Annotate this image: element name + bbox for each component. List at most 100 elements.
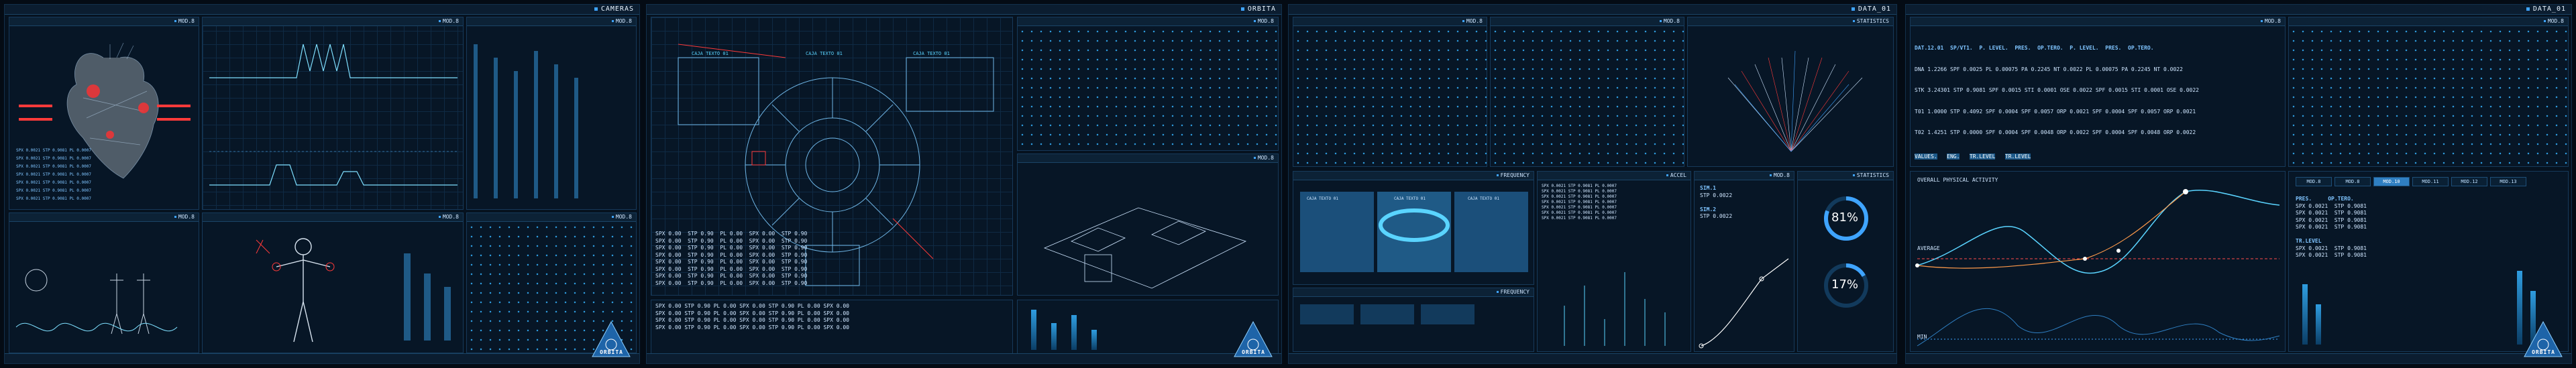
data-grid-panel: SPX 0.00 STP 0.90 PL 0.00 SPX 0.00 STP 0…	[651, 300, 1013, 355]
tag: TR.LEVEL	[1969, 153, 1996, 160]
svg-text:CAJA TEXTO 01: CAJA TEXTO 01	[913, 51, 950, 56]
tab-mod-8[interactable]: MOD.8	[2296, 177, 2332, 186]
sim-panel: MOD.8 SIM.1 STP 0.0022 SIM.2 STP 0.0022	[1694, 171, 1794, 352]
panel-header: MOD.8	[1293, 17, 1487, 26]
screen-cameras: CAMERAS MOD.8 SPX 0.0021 STP 0.9081 PL 0…	[4, 4, 640, 364]
screen-header: CAMERAS	[5, 5, 639, 15]
body-figures	[15, 269, 178, 334]
footer-strip	[647, 353, 1281, 363]
statistics-tree-panel: STATISTICS	[1687, 17, 1894, 167]
panel-title: MOD.8	[1462, 18, 1483, 24]
waveform-panel: MOD.8	[202, 17, 464, 210]
bar-columns	[474, 44, 578, 198]
table-row: STK 3.24301 STP 0.9081 SPF 0.0015 STI 0.…	[1915, 87, 2199, 93]
heart-panel: MOD.8 SPX 0.0021 STP 0.9081 PL 0.0007 SPX…	[9, 17, 199, 210]
footer-strip	[1289, 353, 1896, 363]
svg-text:CAJA TEXTO 01: CAJA TEXTO 01	[1394, 196, 1426, 201]
footer-strip	[1906, 353, 2571, 363]
right-dots-panel: MOD.8	[1017, 17, 1279, 151]
screen-header: DATA_01	[1906, 5, 2571, 15]
layout-3d-panel: MOD.8	[1017, 154, 1279, 296]
level-bar	[1031, 310, 1036, 350]
screen-title: ORBITA	[1241, 5, 1276, 13]
panel-title: MOD.8	[2544, 18, 2564, 24]
screen-header: DATA_01	[1289, 5, 1896, 15]
tab-mod-10[interactable]: MOD.10	[2373, 177, 2410, 186]
tag: ENG.	[1947, 153, 1960, 160]
body-scan-panel: MOD.8	[9, 212, 199, 353]
accel-bars	[1564, 272, 1666, 346]
level-bar	[1071, 315, 1077, 350]
sim-curve	[1699, 258, 1789, 349]
footer-strip	[5, 353, 639, 363]
panel-header: MOD.8	[467, 213, 636, 222]
svg-text:SPX 0.0021 STP 0.9081 PL 0.0: SPX 0.0021 STP 0.9081 PL 0.0007	[16, 180, 91, 185]
svg-text:CAJA TEXTO 01: CAJA TEXTO 01	[1307, 196, 1338, 201]
level-bar	[2517, 271, 2522, 345]
dots-panel-b: MOD.8	[1490, 17, 1684, 167]
tab-mod-13[interactable]: MOD.13	[2490, 177, 2526, 186]
waveform-chart	[209, 44, 458, 186]
heart-model: SPX 0.0021 STP 0.9081 PL 0.0007 SPX 0.002…	[16, 42, 191, 201]
panel-title: MOD.8	[1254, 18, 1274, 24]
tab-mod-8b[interactable]: MOD.8	[2334, 177, 2371, 186]
caja-label-a: CAJA TEXTO 01	[692, 51, 729, 56]
panel-title: FREQUENCY	[1497, 289, 1529, 295]
panel-header: MOD.8	[2289, 17, 2568, 26]
body-model	[256, 238, 451, 343]
iso-layout	[1043, 207, 1247, 289]
panel-header: MOD.8	[1491, 17, 1684, 26]
svg-text:SPX 0.0021 STP 0.9081 PL 0.0: SPX 0.0021 STP 0.9081 PL 0.0007	[16, 188, 91, 193]
tab-mod-11[interactable]: MOD.11	[2412, 177, 2449, 186]
svg-text:CAJA TEXTO 01: CAJA TEXTO 01	[806, 51, 843, 56]
svg-text:SPX 0.0021 STP 0.9081 PL 0.0: SPX 0.0021 STP 0.9081 PL 0.0007	[16, 164, 91, 169]
body-model-panel: MOD.8	[202, 212, 464, 353]
grid-table: SPX 0.00 STP 0.90 PL 0.00 SPX 0.00 STP 0…	[655, 303, 849, 330]
dots-panel-a: MOD.8	[1293, 17, 1487, 167]
gauges-panel: STATISTICS 81% 17%	[1797, 171, 1894, 352]
station-table: SPX 0.00 STP 0.90 PL 0.00 SPX 0.00 STP 0…	[655, 231, 808, 286]
svg-text:SPX 0.0021 STP 0.9081 PL 0.0: SPX 0.0021 STP 0.9081 PL 0.0007	[16, 148, 91, 153]
screen-data-a: DATA_01 MOD.8 MOD.8 STATISTICS FREQUENCY…	[1288, 4, 1897, 364]
activity-panel: OVERALL PHYSICAL ACTIVITY AVERAGE MIN	[1910, 171, 2286, 352]
table-row: T02 1.4251 STP 0.0000 SPF 0.0004 SPF 0.0…	[1915, 129, 2196, 135]
level-bar	[1051, 323, 1057, 350]
table-row: DNA 1.2266 SPF 0.0025 PL 0.00075 PA 0.22…	[1915, 66, 2183, 72]
panel-title: MOD.8	[612, 214, 632, 220]
level-bar	[2316, 304, 2321, 345]
dots-panel-c: MOD.8	[2288, 17, 2569, 167]
panel-title: MOD.8	[1660, 18, 1680, 24]
logo-text: ORBITA	[1242, 349, 1265, 355]
frequency-panel: FREQUENCY CAJA TEXTO 01 CAJA TEXTO 01 CAJA…	[1293, 171, 1534, 285]
logo-text: ORBITA	[600, 349, 623, 355]
table-row: T01 1.0000 STP 0.4092 SPF 0.0004 SPF 0.0…	[1915, 108, 2196, 115]
tab-mod-12[interactable]: MOD.12	[2451, 177, 2487, 186]
station-map-panel: CAJA TEXTO 01 CAJA TEXTO 01 CAJA TEXTO 01 …	[651, 17, 1013, 296]
screen-title: DATA_01	[1851, 5, 1891, 13]
frequency-bottom-panel: FREQUENCY	[1293, 288, 1534, 352]
level-bar	[1091, 330, 1097, 350]
svg-text:SPX 0.0021 STP 0.9081 PL 0.0: SPX 0.0021 STP 0.9081 PL 0.0007	[16, 156, 91, 161]
screen-data-b: DATA_01 MOD.8 DAT.12.01 SP/VT1. P. LEVEL…	[1905, 4, 2572, 364]
activity-chart	[1915, 189, 2280, 347]
freq-block	[1300, 304, 1354, 324]
logo-text: ORBITA	[2532, 349, 2555, 355]
tag: VALUES.	[1915, 153, 1937, 160]
gauge-value: 81%	[1831, 210, 1859, 225]
controls-table: PRES. OP.TERO. SPX 0.0021 STP 0.9081 SPX…	[2296, 196, 2367, 258]
freq-block	[1421, 304, 1474, 324]
tree-chart	[1727, 50, 1863, 152]
svg-text:CAJA TEXTO 01: CAJA TEXTO 01	[1468, 196, 1499, 201]
screen-header: ORBITA	[647, 5, 1281, 15]
accel-panel: ACCEL SPX 0.0021 STP 0.9081 PL 0.0007 SP…	[1537, 171, 1691, 352]
gauge-value: 17%	[1831, 278, 1859, 292]
screen-title: DATA_01	[2526, 5, 2566, 13]
data-table-panel: MOD.8 DAT.12.01 SP/VT1. P. LEVEL. PRES. …	[1910, 17, 2286, 167]
panel-header: FREQUENCY	[1293, 288, 1534, 297]
tag: TR.LEVEL	[2004, 153, 2031, 160]
panel-header: MOD.8	[1911, 17, 2285, 26]
level-bar	[2302, 284, 2308, 345]
radar-view: CAJA TEXTO 01 CAJA TEXTO 01 CAJA TEXTO 01	[1300, 192, 1528, 272]
panel-title: MOD.8	[2261, 18, 2281, 24]
freq-block	[1360, 304, 1414, 324]
